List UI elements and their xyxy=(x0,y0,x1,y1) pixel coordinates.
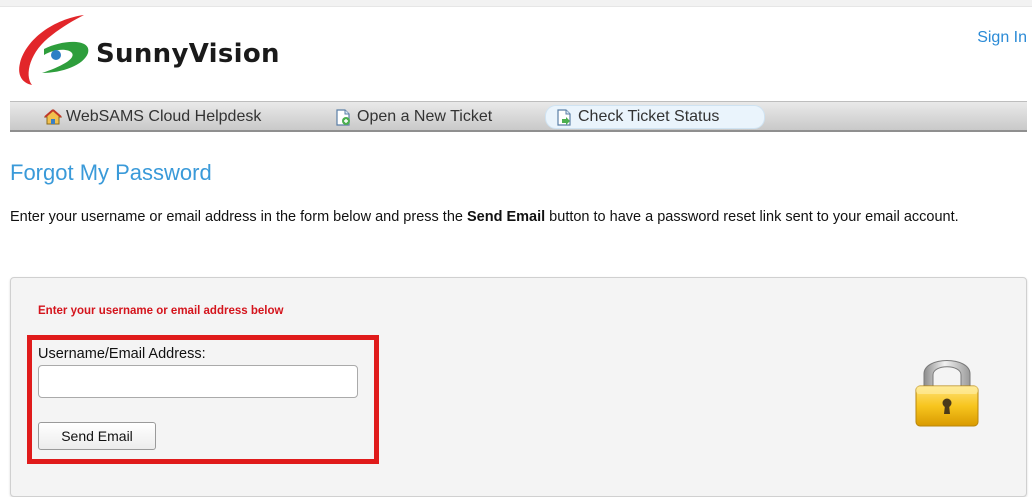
sign-in-link[interactable]: Sign In xyxy=(977,29,1027,47)
brand-logo[interactable]: SunnyVision xyxy=(14,11,304,101)
main-nav: WebSAMS Cloud Helpdesk Open a New Ticket… xyxy=(10,101,1027,132)
username-email-input[interactable] xyxy=(38,365,358,398)
nav-label-open-ticket: Open a New Ticket xyxy=(357,108,493,125)
intro-text-part-2: button to have a password reset link sen… xyxy=(545,209,959,225)
ticket-status-icon xyxy=(557,109,571,126)
intro-text: Enter your username or email address in … xyxy=(10,207,1020,227)
nav-label-check-status: Check Ticket Status xyxy=(578,108,720,125)
forgot-password-panel: Enter your username or email address bel… xyxy=(10,277,1027,497)
intro-send-email-emphasis: Send Email xyxy=(466,209,546,225)
nav-item-open-ticket[interactable]: Open a New Ticket xyxy=(335,106,525,128)
username-email-label: Username/Email Address: xyxy=(38,346,206,362)
form-instruction-message: Enter your username or email address bel… xyxy=(38,305,284,317)
nav-item-helpdesk-home[interactable]: WebSAMS Cloud Helpdesk xyxy=(44,106,304,128)
top-strip xyxy=(0,0,1032,7)
new-ticket-icon xyxy=(336,109,350,126)
intro-text-part-1: Enter your username or email address in … xyxy=(10,209,467,225)
home-icon xyxy=(44,109,62,125)
nav-label-helpdesk: WebSAMS Cloud Helpdesk xyxy=(66,108,262,125)
brand-name: SunnyVision xyxy=(96,39,280,69)
site-header: SunnyVision Sign In xyxy=(0,7,1032,97)
nav-item-check-status[interactable]: Check Ticket Status xyxy=(545,105,765,129)
page-title: Forgot My Password xyxy=(10,160,212,185)
send-email-button[interactable]: Send Email xyxy=(38,422,156,450)
sunnyvision-swoosh-logo-icon xyxy=(19,15,89,85)
padlock-icon xyxy=(915,360,979,427)
